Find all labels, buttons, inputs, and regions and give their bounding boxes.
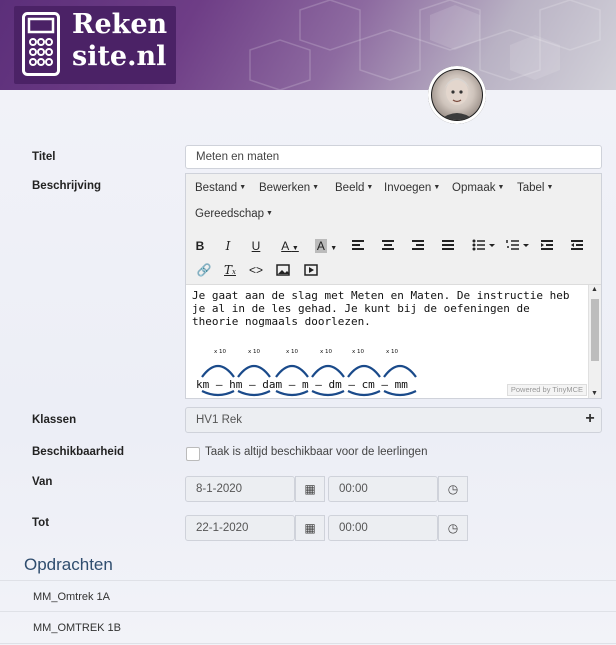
menu-invoegen[interactable]: Invoegen ▼ [384, 182, 440, 194]
menu-tabel[interactable]: Tabel ▼ [517, 182, 553, 194]
to-date-input[interactable]: 22-1-2020 [185, 515, 295, 541]
classes-label: Klassen [32, 414, 77, 426]
logo-text-line2: site.nl [72, 41, 167, 72]
menu-opmaak[interactable]: Opmaak ▼ [452, 182, 504, 194]
site-header: Reken site.nl [0, 0, 616, 90]
classes-select[interactable]: HV1 Rek [185, 407, 602, 433]
assignment-item[interactable]: MM_Omtrek 1A [0, 580, 616, 612]
to-label: Tot [32, 517, 50, 529]
clock-icon[interactable]: ◷ [438, 476, 468, 502]
source-code-icon[interactable]: <> [248, 262, 264, 278]
factor-label: x 10 [286, 349, 299, 355]
from-label: Van [32, 476, 53, 488]
align-right-icon[interactable] [411, 239, 427, 251]
italic-icon[interactable]: I [220, 238, 236, 254]
powered-by-label[interactable]: Powered by TinyMCE [506, 384, 587, 396]
text-color-icon[interactable]: A ▼ [278, 238, 302, 257]
caret-down-icon: ▼ [266, 210, 273, 218]
underline-icon[interactable]: U [248, 238, 264, 254]
clear-formatting-icon[interactable]: Tx [222, 262, 238, 280]
clock-icon[interactable]: ◷ [438, 515, 468, 541]
caret-down-icon: ▼ [312, 184, 320, 192]
numbered-list-icon[interactable] [506, 239, 530, 251]
rich-text-editor[interactable]: Bestand ▼ Bewerken ▼ Beeld ▼ Invoegen ▼ Opma… [185, 173, 602, 399]
unit-conversion-diagram: x 10 x 10 x 10 x 10 x 10 x 10 km – hm – … [196, 349, 417, 397]
editor-scrollbar[interactable]: ▲ ▼ [588, 285, 601, 398]
factor-label: x 10 [214, 349, 227, 355]
avatar-photo-icon [440, 78, 474, 120]
site-logo[interactable]: Reken site.nl [14, 6, 176, 84]
always-available-label[interactable]: Taak is altijd beschikbaar voor de leerl… [205, 446, 427, 458]
description-label: Beschrijving [32, 180, 102, 192]
editor-toolbar: B I U A ▼ A ▼ 🔗 Tx <> [186, 232, 601, 285]
editor-menubar: Bestand ▼ Bewerken ▼ Beeld ▼ Invoegen ▼ Opma… [186, 174, 601, 233]
factor-label: x 10 [248, 349, 261, 355]
editor-content-area[interactable]: Je gaat aan de slag met Meten en Maten. … [186, 285, 589, 398]
align-left-icon[interactable] [351, 239, 367, 251]
link-icon[interactable]: 🔗 [196, 262, 212, 278]
always-available-checkbox[interactable] [186, 447, 200, 461]
menu-beeld[interactable]: Beeld ▼ [335, 182, 373, 194]
factor-label: x 10 [320, 349, 333, 355]
title-input[interactable]: Meten en maten [185, 145, 602, 169]
from-date-input[interactable]: 8-1-2020 [185, 476, 295, 502]
scroll-up-icon[interactable]: ▲ [591, 286, 598, 293]
caret-down-icon: ▼ [497, 184, 505, 192]
scroll-down-icon[interactable]: ▼ [591, 390, 598, 397]
assignments-title: Opdrachten [24, 555, 113, 574]
align-justify-icon[interactable] [441, 239, 457, 251]
availability-label: Beschikbaarheid [32, 446, 125, 458]
caret-down-icon: ▼ [366, 184, 374, 192]
user-avatar[interactable] [432, 70, 482, 120]
background-color-icon[interactable]: A ▼ [314, 238, 338, 257]
caret-down-icon: ▼ [546, 184, 554, 192]
title-label: Titel [32, 151, 56, 163]
calculator-icon [22, 12, 60, 76]
menu-gereedschap[interactable]: Gereedschap ▼ [195, 208, 273, 220]
assignment-item[interactable]: MM_OMTREK 1B [0, 612, 616, 644]
image-icon[interactable] [276, 264, 292, 276]
align-center-icon[interactable] [381, 239, 397, 251]
add-class-plus-icon[interactable]: + [578, 408, 602, 430]
caret-down-icon: ▼ [433, 184, 441, 192]
bold-icon[interactable]: B [192, 238, 208, 254]
menu-bestand[interactable]: Bestand ▼ [195, 182, 246, 194]
unit-sequence: km – hm – dam – m – dm – cm – mm [196, 378, 408, 391]
bullet-list-icon[interactable] [472, 239, 496, 251]
factor-label: x 10 [352, 349, 365, 355]
editor-paragraph: Je gaat aan de slag met Meten en Maten. … [192, 289, 570, 328]
outdent-icon[interactable] [540, 239, 556, 251]
caret-down-icon: ▼ [239, 184, 247, 192]
indent-icon[interactable] [570, 239, 586, 251]
media-icon[interactable] [304, 264, 320, 276]
calendar-icon[interactable]: ▦ [295, 476, 325, 502]
to-time-input[interactable]: 00:00 [328, 515, 438, 541]
from-time-input[interactable]: 00:00 [328, 476, 438, 502]
factor-label: x 10 [386, 349, 399, 355]
scrollbar-thumb[interactable] [591, 299, 599, 361]
menu-bewerken[interactable]: Bewerken ▼ [259, 182, 319, 194]
calendar-icon[interactable]: ▦ [295, 515, 325, 541]
logo-text-line1: Reken [72, 9, 168, 40]
